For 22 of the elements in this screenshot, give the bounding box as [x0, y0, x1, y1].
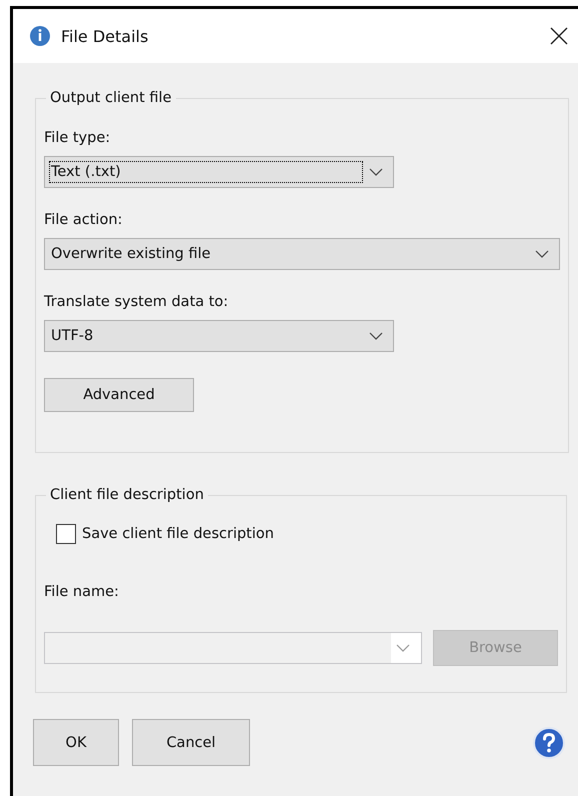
group-title: Client file description	[49, 487, 205, 503]
field-label: File action:	[44, 212, 124, 228]
advanced-button[interactable]: Advanced	[44, 378, 194, 412]
info-icon	[29, 25, 51, 47]
field-label: File name:	[44, 584, 120, 600]
field-label: Translate system data to:	[44, 294, 230, 310]
dropdown[interactable]: UTF-8	[44, 320, 394, 352]
checkbox[interactable]	[56, 524, 76, 544]
dropdown[interactable]: Overwrite existing file	[44, 238, 560, 270]
chevron-icon	[396, 644, 410, 652]
chevron-icon	[369, 332, 383, 340]
dialog-button[interactable]: Cancel	[132, 719, 250, 766]
field-label: File type:	[44, 130, 112, 146]
close-icon[interactable]	[550, 27, 568, 45]
chevron-icon	[535, 250, 549, 258]
checkbox-label: Save client file description	[82, 526, 274, 542]
dialog-button[interactable]: OK	[33, 719, 119, 766]
chevron-icon	[369, 168, 383, 176]
group-title: Output client file	[49, 90, 172, 106]
window-title: File Details	[61, 26, 150, 46]
help-icon[interactable]	[532, 726, 566, 760]
dropdown[interactable]: Text (.txt)	[44, 156, 394, 188]
